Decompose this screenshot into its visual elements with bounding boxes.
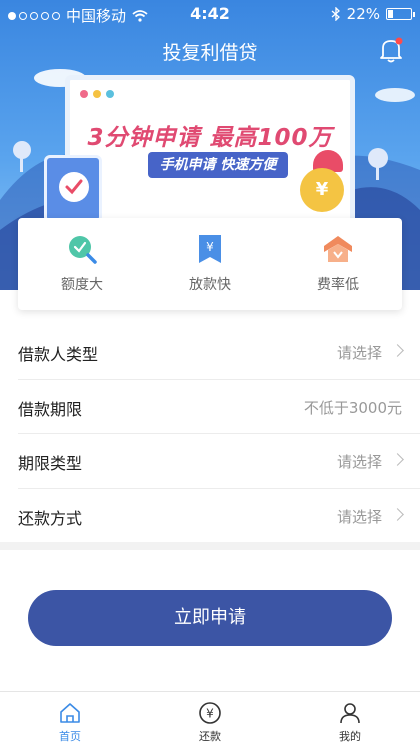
home-icon (60, 703, 80, 723)
battery-icon (386, 8, 415, 20)
section-divider (0, 542, 420, 550)
loan-form: 借款人类型 请选择 借款期限 不低于3000元 期限类型 请选择 还款方式 请选… (0, 325, 420, 543)
checkmark-icon (65, 179, 83, 195)
bluetooth-icon (331, 7, 340, 21)
coin-mascot: ¥ (300, 168, 344, 212)
chevron-right-icon (391, 344, 404, 357)
phone-illustration (44, 155, 102, 223)
apply-now-button[interactable]: 立即申请 (28, 590, 392, 646)
nav-bar: 投复利借贷 (0, 28, 420, 72)
tab-repayment[interactable]: ¥ 还款 (140, 692, 280, 747)
feature-item-large-quota: 额度大 (18, 218, 146, 310)
banner-slogan: 3分钟申请 最高100万 (87, 125, 333, 151)
svg-text:¥: ¥ (206, 240, 214, 254)
row-label: 还款方式 (18, 508, 83, 528)
row-label: 期限类型 (18, 454, 83, 473)
row-value: 不低于3000元 (303, 398, 402, 417)
page-title: 投复利借贷 (162, 42, 258, 64)
house-badge-icon (324, 236, 352, 262)
feature-item-fast-loan: ¥ 放款快 (146, 218, 274, 310)
yen-circle-icon: ¥ (199, 702, 221, 724)
feature-label: 额度大 (61, 277, 103, 293)
row-value: 请选择 (336, 453, 382, 471)
row-value: 请选择 (336, 507, 382, 526)
status-bar: 中国移动 4:42 22% (0, 0, 420, 28)
tab-bar: 首页 ¥ 还款 我的 (0, 691, 420, 747)
tab-home[interactable]: 首页 (0, 692, 140, 747)
tab-label: 我的 (339, 730, 361, 743)
row-label: 借款期限 (18, 399, 83, 419)
banner-tagline: 手机申请 快速方便 (148, 152, 288, 178)
yen-bookmark-icon: ¥ (199, 235, 221, 263)
feature-item-low-rate: 费率低 (274, 218, 402, 310)
chevron-right-icon (391, 507, 404, 521)
chevron-right-icon (391, 453, 404, 466)
row-value: 请选择 (336, 344, 382, 362)
form-row-borrower-type[interactable]: 借款人类型 请选择 (18, 325, 420, 380)
tab-mine[interactable]: 我的 (280, 692, 420, 747)
user-icon (340, 703, 360, 724)
tab-label: 还款 (199, 730, 221, 743)
tab-label: 首页 (59, 730, 81, 743)
form-row-loan-term[interactable]: 借款期限 不低于3000元 (18, 380, 420, 434)
bell-icon[interactable] (378, 36, 404, 64)
row-label: 借款人类型 (18, 345, 99, 364)
battery-percent: 22% (346, 5, 380, 23)
feature-label: 放款快 (189, 277, 231, 293)
form-row-term-type[interactable]: 期限类型 请选择 (18, 434, 420, 489)
window-dots (80, 90, 114, 98)
search-check-icon (69, 236, 97, 264)
feature-card: 额度大 ¥ 放款快 费率低 (18, 218, 402, 310)
svg-text:¥: ¥ (206, 707, 214, 721)
form-row-repayment-method[interactable]: 还款方式 请选择 (18, 489, 420, 544)
feature-label: 费率低 (317, 277, 359, 293)
